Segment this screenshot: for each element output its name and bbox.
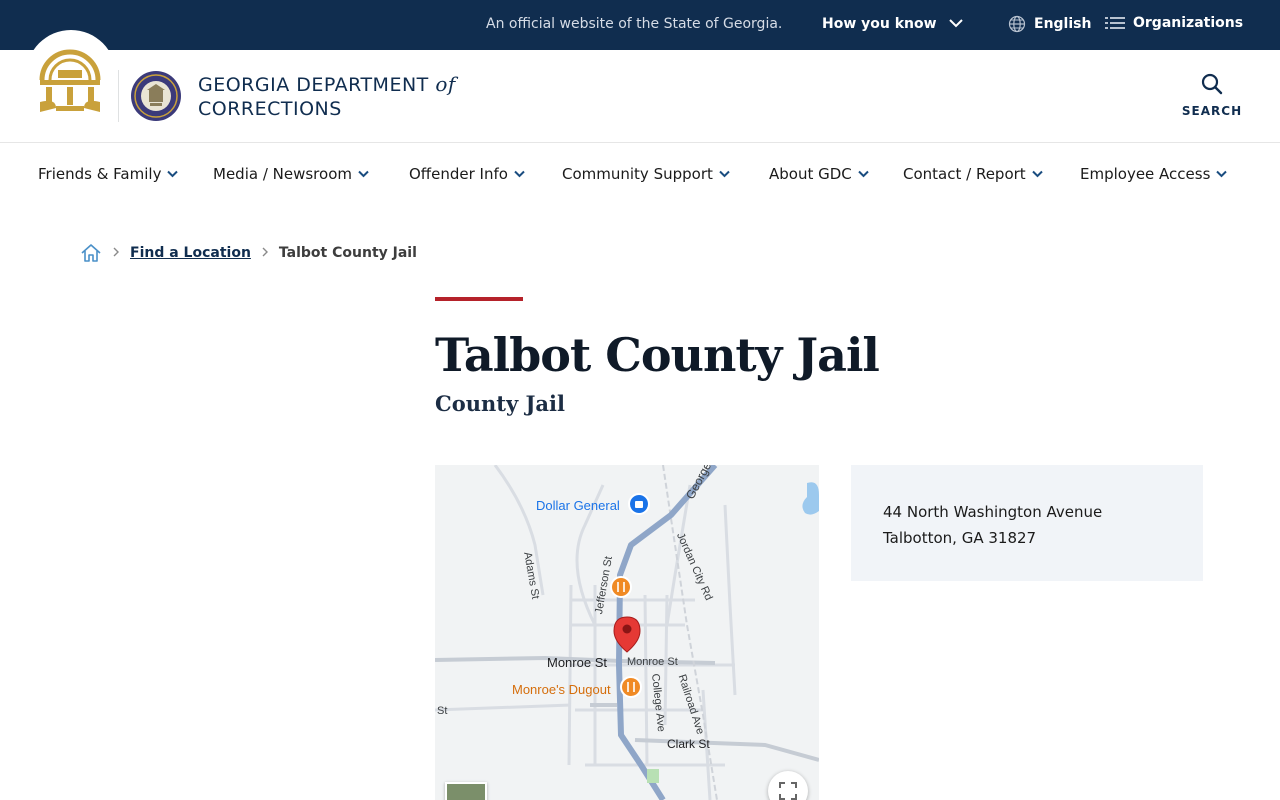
page-subtitle: County Jail	[435, 391, 565, 416]
logo-divider	[118, 70, 119, 122]
nav-community-support[interactable]: Community Support	[562, 165, 730, 183]
map-label-dollar-general: Dollar General	[536, 498, 620, 513]
how-you-know-label: How you know	[822, 16, 937, 32]
list-icon	[1105, 17, 1125, 29]
address-street: 44 North Washington Avenue	[883, 503, 1103, 521]
breadcrumb: Find a Location Talbot County Jail	[80, 241, 417, 265]
chevron-down-icon	[358, 170, 369, 178]
organizations-link[interactable]: Organizations	[1105, 15, 1243, 31]
map-label-clark-st: Clark St	[667, 737, 710, 751]
nav-label: Employee Access	[1080, 165, 1211, 183]
map-satellite-toggle[interactable]	[445, 782, 487, 800]
fullscreen-icon	[779, 782, 797, 800]
language-label: English	[1034, 16, 1092, 32]
map-label-monroe-st: Monroe St	[547, 655, 607, 670]
home-icon[interactable]	[80, 242, 102, 264]
agency-name-of: of	[435, 72, 456, 96]
chevron-down-icon	[719, 170, 730, 178]
address-city: Talbotton, GA 31827	[883, 529, 1037, 547]
nav-label: Friends & Family	[38, 165, 162, 183]
chevron-down-icon	[167, 170, 179, 178]
chevron-down-icon	[858, 170, 869, 178]
agency-name[interactable]: GEORGIA DEPARTMENT of CORRECTIONS	[198, 72, 456, 121]
nav-label: Contact / Report	[903, 165, 1026, 183]
map-roads	[435, 465, 819, 800]
agency-name-line1: GEORGIA DEPARTMENT	[198, 74, 429, 96]
search-label: SEARCH	[1181, 104, 1243, 118]
agency-name-line2: CORRECTIONS	[198, 98, 342, 120]
breadcrumb-find-location-link[interactable]: Find a Location	[130, 245, 251, 261]
location-map[interactable]: Dollar General George W Jordan City Rd A…	[435, 465, 819, 800]
gdc-seal-logo[interactable]	[130, 70, 182, 122]
nav-contact-report[interactable]: Contact / Report	[903, 165, 1043, 183]
map-label-monroe-st-small: Monroe St	[627, 656, 678, 668]
how-you-know-toggle[interactable]: How you know	[822, 16, 971, 32]
breadcrumb-current: Talbot County Jail	[278, 245, 417, 261]
nav-label: Community Support	[562, 165, 713, 183]
map-label-monroes-dugout: Monroe's Dugout	[512, 682, 611, 697]
nav-employee-access[interactable]: Employee Access	[1080, 165, 1228, 183]
page-title: Talbot County Jail	[435, 328, 880, 382]
chevron-down-icon	[514, 170, 525, 178]
nav-offender-info[interactable]: Offender Info	[409, 165, 525, 183]
map-fullscreen-button[interactable]	[768, 771, 808, 800]
nav-label: Media / Newsroom	[213, 165, 352, 183]
chevron-down-icon	[1031, 170, 1043, 178]
nav-media-newsroom[interactable]: Media / Newsroom	[213, 165, 369, 183]
chevron-right-icon	[261, 246, 269, 260]
chevron-right-icon	[112, 246, 120, 260]
official-site-text: An official website of the State of Geor…	[486, 16, 783, 32]
main-navigation: Friends & Family Media / Newsroom Offend…	[0, 143, 1280, 203]
title-accent-rule	[435, 297, 523, 301]
chevron-down-icon	[949, 16, 971, 32]
chevron-down-icon	[1216, 170, 1228, 178]
organizations-label: Organizations	[1133, 15, 1244, 31]
globe-icon	[1008, 15, 1026, 33]
search-icon	[1201, 73, 1223, 95]
map-label-st: St	[437, 705, 448, 717]
nav-label: Offender Info	[409, 165, 508, 183]
nav-label: About GDC	[769, 165, 852, 183]
georgia-arch-logo[interactable]	[36, 40, 104, 116]
nav-friends-family[interactable]: Friends & Family	[38, 165, 179, 183]
nav-about-gdc[interactable]: About GDC	[769, 165, 869, 183]
official-banner: An official website of the State of Geor…	[0, 0, 1280, 50]
language-selector[interactable]: English	[1008, 15, 1091, 33]
address-card: 44 North Washington Avenue Talbotton, GA…	[851, 465, 1203, 581]
search-button[interactable]: SEARCH	[1176, 72, 1248, 118]
